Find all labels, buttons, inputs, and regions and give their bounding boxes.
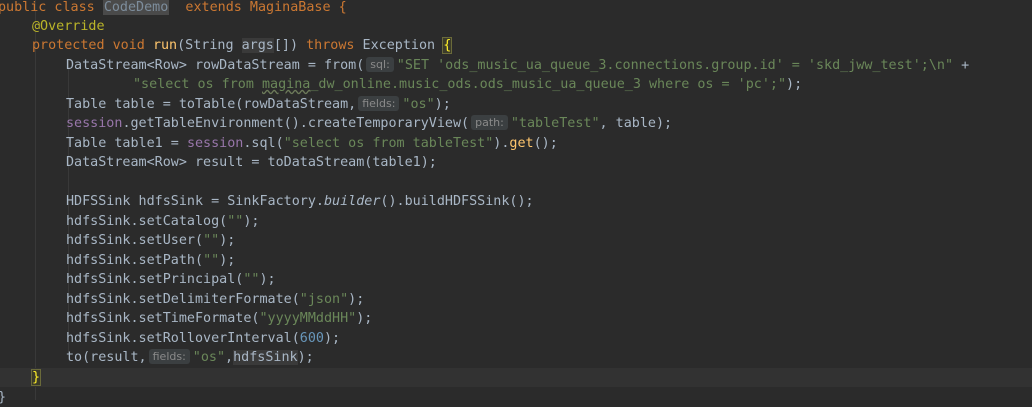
code-text: hdfsSink.setPrincipal(: [66, 272, 244, 287]
code-text: );: [297, 350, 314, 365]
code-text: to(result,: [66, 350, 147, 365]
keyword: throws: [306, 38, 355, 53]
code-text: hdfsSink.setCatalog(: [66, 214, 228, 229]
code-text: );: [356, 311, 373, 326]
code-text: hdfsSink.setPath(: [66, 253, 204, 268]
code-text: hdfsSink.setDelimiterFormate(: [66, 292, 300, 307]
code-text: ).: [493, 136, 510, 151]
code-text: DataStream<Row> result = toDataStream(ta…: [66, 155, 437, 170]
field-reference: session: [186, 136, 244, 151]
code-text: );: [219, 253, 236, 268]
parameter-hint: fields:: [148, 349, 190, 364]
string-literal: "": [203, 253, 220, 268]
keyword: public class: [0, 0, 103, 15]
extends-clause: extends MaginaBase {: [169, 0, 347, 15]
method-name: run: [152, 38, 178, 53]
code-line[interactable]: hdfsSink.setCatalog("");: [66, 212, 1032, 231]
code-text: hdfsSink.setTimeFormate(: [66, 311, 260, 326]
code-text: }: [0, 390, 6, 405]
number-literal: 600: [299, 331, 324, 346]
code-line[interactable]: DataStream<Row> result = toDataStream(ta…: [66, 153, 1032, 172]
code-text: Table table1 =: [66, 136, 187, 151]
code-text: ,: [225, 350, 234, 365]
code-line[interactable]: hdfsSink.setTimeFormate("yyyyMMddHH");: [66, 309, 1032, 328]
string-literal: "select os from: [133, 77, 262, 92]
code-line[interactable]: @Override: [32, 17, 1032, 36]
code-text: +: [953, 58, 970, 73]
parameter-hint: sql:: [366, 57, 394, 72]
string-literal: "json": [299, 292, 349, 307]
string-literal: "": [203, 233, 220, 248]
string-literal: "": [227, 214, 244, 229]
code-line[interactable]: to(result, fields: "os",hdfsSink);: [66, 348, 1032, 367]
parameter-hint: fields:: [358, 96, 400, 111]
code-line[interactable]: session.getTableEnvironment().createTemp…: [66, 114, 1032, 133]
code-line[interactable]: hdfsSink.setPrincipal("");: [66, 270, 1032, 289]
class-name-highlight: CodeDemo: [102, 0, 170, 15]
current-line[interactable]: }: [0, 368, 1032, 387]
code-line[interactable]: HDFSSink hdfsSink = SinkFactory.builder(…: [66, 192, 1032, 211]
code-text: ();: [533, 136, 558, 151]
code-text: Table table = toTable(rowDataStream,: [66, 97, 357, 112]
string-literal: "tableTest": [510, 116, 600, 131]
code-text: );: [259, 272, 276, 287]
code-line[interactable]: public class CodeDemo extends MaginaBase…: [0, 0, 1030, 17]
string-literal: _dw_online.music_ods.ods_music_ua_queue_…: [310, 77, 787, 92]
field-reference: session: [66, 116, 123, 131]
code-text: hdfsSink.setRolloverInterval(: [66, 331, 300, 346]
code-text: []): [273, 38, 307, 53]
code-text: .getTableEnvironment().createTemporaryVi…: [122, 116, 470, 131]
method-name: get: [509, 136, 534, 151]
code-line[interactable]: hdfsSink.setPath("");: [66, 251, 1032, 270]
code-line[interactable]: hdfsSink.setRolloverInterval(600);: [66, 329, 1032, 348]
string-literal: "select os from tableTest": [283, 136, 494, 151]
code-text: );: [219, 233, 236, 248]
code-text: );: [786, 77, 803, 92]
code-editor[interactable]: public class CodeDemo extends MaginaBase…: [0, 0, 1032, 405]
code-line[interactable]: protected void run(String args[]) throws…: [32, 36, 1032, 55]
code-line[interactable]: "select os from magina_dw_online.music_o…: [133, 75, 1032, 94]
code-text: (String: [177, 38, 242, 53]
code-line[interactable]: Table table1 = session.sql("select os fr…: [66, 134, 1032, 153]
parameter-hint: path:: [471, 115, 508, 130]
code-line[interactable]: }: [0, 388, 1030, 407]
code-line[interactable]: hdfsSink.setUser("");: [66, 231, 1032, 250]
string-literal: "yyyyMMddHH": [259, 311, 357, 326]
string-literal: "os": [402, 97, 435, 112]
spelling-warning: magina: [262, 77, 311, 92]
code-text: );: [348, 292, 365, 307]
keyword: protected void: [32, 38, 153, 53]
annotation: @Override: [32, 19, 105, 34]
variable-highlight: hdfsSink: [233, 350, 298, 365]
code-text: DataStream<Row> rowDataStream = from(: [66, 58, 365, 73]
code-text: HDFSSink hdfsSink = SinkFactory.: [66, 194, 324, 209]
parameter: args: [241, 38, 274, 53]
code-text: .sql(: [243, 136, 284, 151]
code-text: hdfsSink.setUser(: [66, 233, 204, 248]
code-text: ().buildHDFSSink();: [380, 194, 534, 209]
indent-guide: [35, 0, 36, 400]
string-literal: "SET 'ods_music_ua_queue_3.connections.g…: [396, 58, 954, 73]
string-literal: "": [243, 272, 260, 287]
code-line[interactable]: hdfsSink.setDelimiterFormate("json");: [66, 290, 1032, 309]
code-text: Exception: [354, 38, 444, 53]
matched-brace: }: [30, 369, 42, 386]
code-text: );: [323, 331, 341, 346]
code-text: );: [434, 97, 451, 112]
matched-brace: {: [442, 37, 453, 54]
string-literal: "os": [192, 350, 226, 365]
code-line[interactable]: DataStream<Row> rowDataStream = from(sql…: [66, 56, 1032, 75]
code-text: , table);: [599, 116, 673, 131]
code-text: );: [243, 214, 260, 229]
code-line[interactable]: Table table = toTable(rowDataStream, fiel…: [66, 95, 1032, 114]
static-method: builder: [323, 194, 381, 209]
